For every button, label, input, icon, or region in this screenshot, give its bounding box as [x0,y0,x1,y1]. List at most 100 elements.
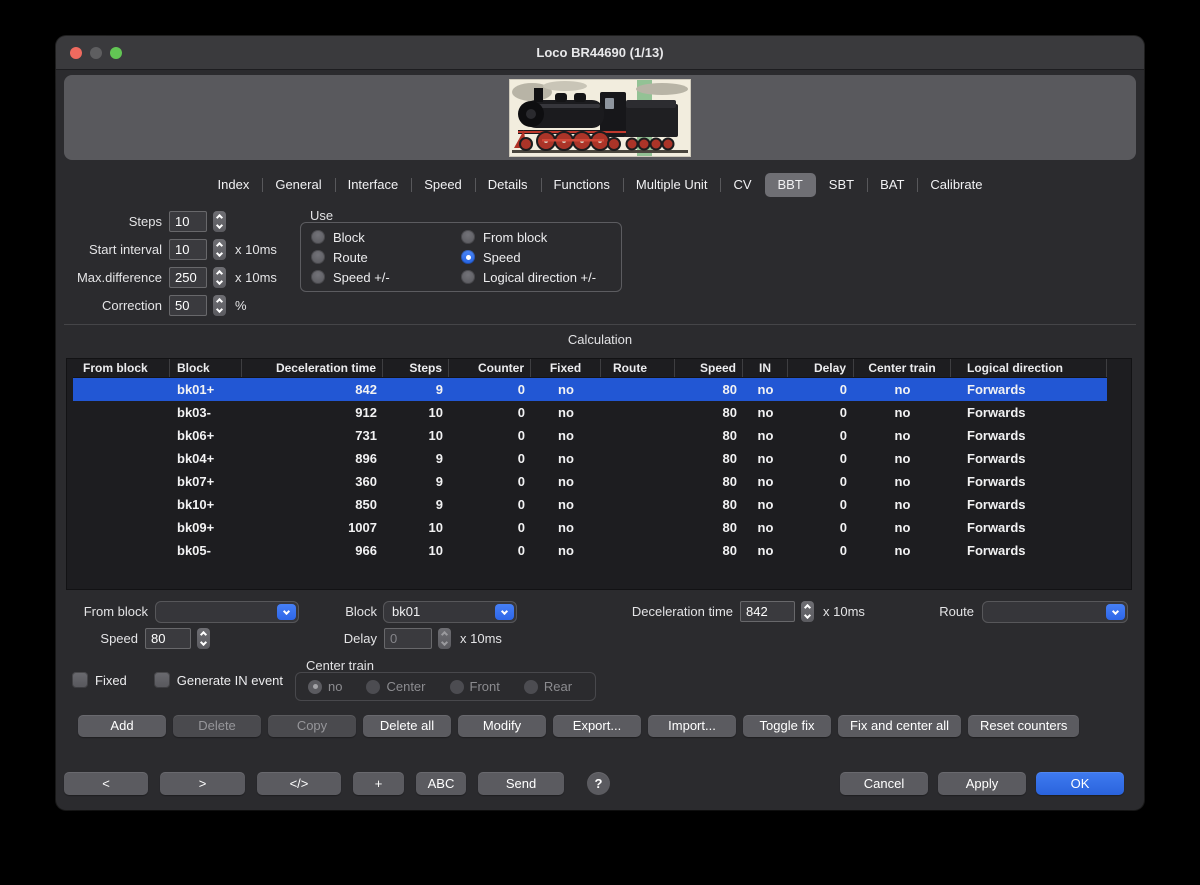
from-block-dropdown[interactable] [155,601,299,623]
tab[interactable]: CV [720,173,764,197]
action-button[interactable]: Import... [648,715,736,737]
column-header[interactable]: Counter [449,359,531,377]
deceleration-time-input[interactable]: 842 [740,601,795,622]
nav-button[interactable]: Send [478,772,564,795]
nav-button[interactable]: ABC [416,772,466,795]
center-train-option[interactable]: Front [450,677,500,697]
field-label: Max.difference [64,270,162,285]
tab[interactable]: Functions [541,173,623,197]
block-dropdown[interactable]: bk01 [383,601,517,623]
nav-button[interactable]: < [64,772,148,795]
title-bar[interactable]: Loco BR44690 (1/13) [56,36,1144,70]
tab[interactable]: Interface [335,173,412,197]
nav-button[interactable]: > [160,772,245,795]
stepper-control[interactable] [213,211,226,232]
route-dropdown[interactable] [982,601,1128,623]
column-header[interactable]: From block [73,359,170,377]
table-cell: 0 [788,378,854,401]
center-train-option[interactable]: Center [366,677,425,697]
tab[interactable]: SBT [816,173,867,197]
table-cell: 80 [675,447,743,470]
column-header[interactable]: Route [601,359,675,377]
field-label: Start interval [64,242,162,257]
number-input[interactable]: 250 [169,267,207,288]
table-cell: 80 [675,424,743,447]
close-button[interactable] [70,47,82,59]
table-cell: 0 [788,424,854,447]
dialog-button[interactable]: Cancel [840,772,928,795]
column-header[interactable]: Logical direction [951,359,1107,377]
action-button[interactable]: Delete all [363,715,451,737]
table-row[interactable]: bk05-966100no80no0noForwards [73,539,1107,562]
table-row[interactable]: bk01+84290no80no0noForwards [73,378,1107,401]
action-button[interactable]: Fix and center all [838,715,961,737]
action-button[interactable]: Modify [458,715,546,737]
help-button[interactable]: ? [587,772,610,795]
table-row[interactable]: bk10+85090no80no0noForwards [73,493,1107,516]
use-radio-option[interactable]: From block [461,227,621,247]
tab[interactable]: Speed [411,173,475,197]
use-radio-option[interactable]: Speed [461,247,621,267]
tab[interactable]: BBT [765,173,816,197]
use-radio-option[interactable]: Route [311,247,461,267]
dialog-button[interactable]: Apply [938,772,1026,795]
tab[interactable]: BAT [867,173,917,197]
minimize-button[interactable] [90,47,102,59]
dialog-button[interactable]: OK [1036,772,1124,795]
number-input[interactable]: 10 [169,239,207,260]
action-button[interactable]: Add [78,715,166,737]
action-button[interactable]: Reset counters [968,715,1079,737]
stepper-control[interactable] [213,295,226,316]
use-radio-option[interactable]: Logical direction +/- [461,267,621,287]
stepper-control[interactable] [213,267,226,288]
step-up-icon [200,631,207,638]
step-down-icon [216,305,223,312]
table-row[interactable]: bk03-912100no80no0noForwards [73,401,1107,424]
chevron-down-icon [495,604,514,620]
tab[interactable]: Multiple Unit [623,173,721,197]
speed-input[interactable]: 80 [145,628,191,649]
column-header[interactable]: Block [170,359,242,377]
center-train-option[interactable]: Rear [524,677,572,697]
stepper-control[interactable] [438,628,451,649]
column-header[interactable]: IN [743,359,788,377]
tab[interactable]: General [262,173,334,197]
action-button[interactable]: Toggle fix [743,715,831,737]
nav-button[interactable]: </> [257,772,341,795]
table-row[interactable]: bk06+731100no80no0noForwards [73,424,1107,447]
use-radio-option[interactable]: Speed +/- [311,267,461,287]
step-down-icon [200,639,207,646]
column-header[interactable]: Delay [788,359,854,377]
column-header[interactable]: Fixed [531,359,601,377]
nav-button[interactable]: + [353,772,404,795]
tab[interactable]: Details [475,173,541,197]
table-row[interactable]: bk07+36090no80no0noForwards [73,470,1107,493]
number-input[interactable]: 10 [169,211,207,232]
stepper-control[interactable] [213,239,226,260]
stepper-control[interactable] [197,628,210,649]
column-header[interactable]: Deceleration time [242,359,383,377]
table-cell: 9 [383,470,449,493]
stepper-control[interactable] [801,601,814,622]
action-button[interactable]: Export... [553,715,641,737]
number-input[interactable]: 50 [169,295,207,316]
checkbox-row: Fixed Generate IN event [72,669,310,691]
tab[interactable]: Calibrate [917,173,995,197]
action-button[interactable]: Copy [268,715,356,737]
delay-input[interactable]: 0 [384,628,432,649]
tab[interactable]: Index [205,173,263,197]
step-up-icon [216,269,223,276]
use-radio-option[interactable]: Block [311,227,461,247]
field-label: Correction [64,298,162,313]
table-cell: 896 [242,447,383,470]
column-header[interactable]: Steps [383,359,449,377]
zoom-button[interactable] [110,47,122,59]
fixed-checkbox[interactable] [72,672,88,688]
table-row[interactable]: bk04+89690no80no0noForwards [73,447,1107,470]
column-header[interactable]: Speed [675,359,743,377]
action-button[interactable]: Delete [173,715,261,737]
center-train-option[interactable]: no [308,677,342,697]
generate-in-event-checkbox[interactable] [154,672,170,688]
table-row[interactable]: bk09+1007100no80no0noForwards [73,516,1107,539]
column-header[interactable]: Center train [854,359,951,377]
